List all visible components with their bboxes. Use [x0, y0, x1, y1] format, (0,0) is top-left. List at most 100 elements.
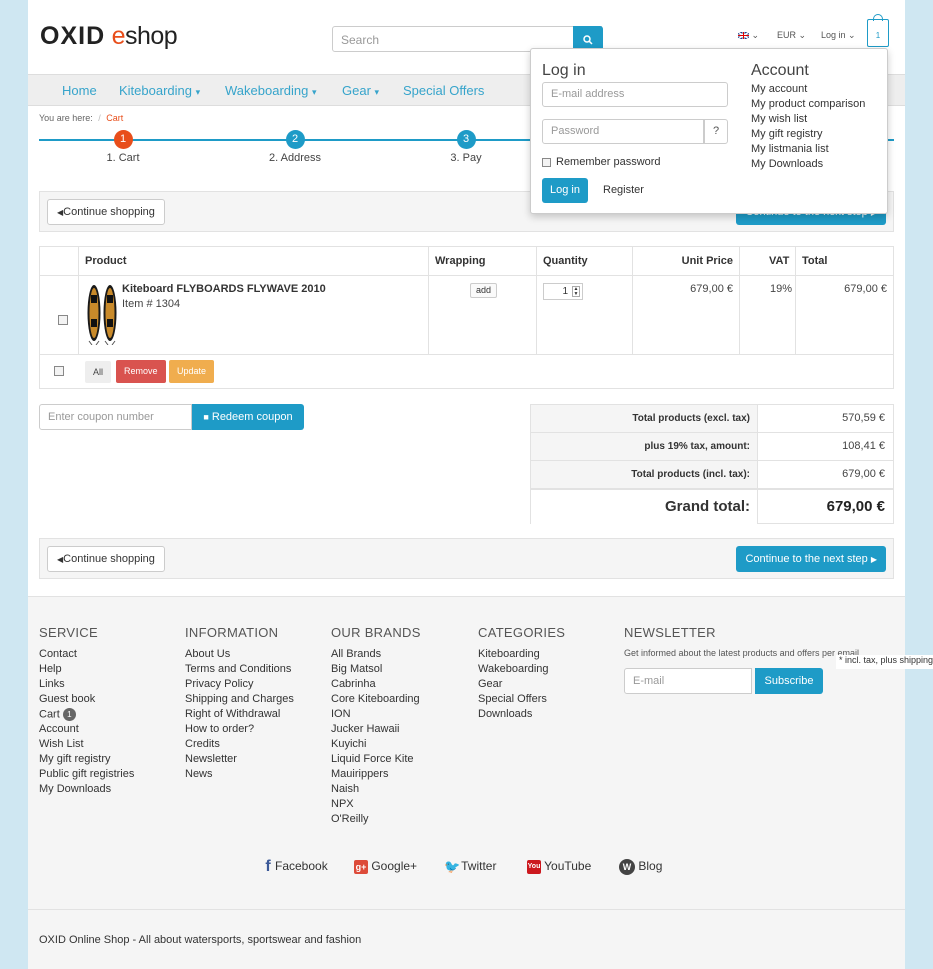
social-blog[interactable]: W Blog [619, 859, 662, 875]
footer-link[interactable]: Help [39, 663, 134, 678]
breadcrumb-current[interactable]: Cart [106, 113, 123, 123]
footer-bottom: OXID Online Shop - All about watersports… [28, 909, 905, 946]
footer-link[interactable]: Links [39, 678, 134, 693]
product-name-link[interactable]: Kiteboard FLYBOARDS FLYWAVE 2010 [122, 283, 326, 295]
cart-count: 1 [875, 31, 881, 40]
social-twitter[interactable]: 🐦 Twitter [444, 859, 496, 874]
nav-item-kiteboarding[interactable]: Kiteboarding ▾ [119, 83, 200, 98]
footer-link[interactable]: Newsletter [185, 753, 294, 768]
item-checkbox[interactable] [58, 315, 68, 325]
logo[interactable]: OXID eshop [40, 22, 178, 51]
next-step-button[interactable]: Continue to the next step ▶ [736, 546, 886, 572]
footer-link[interactable]: Right of Withdrawal [185, 708, 294, 723]
nav-item-special-offers[interactable]: Special Offers [403, 83, 484, 98]
footer-link[interactable]: All Brands [331, 648, 421, 663]
quantity-stepper-icon[interactable]: ▲ ▼ [572, 286, 580, 297]
footer-link[interactable]: Gear [478, 678, 565, 693]
redeem-coupon-button[interactable]: ■ Redeem coupon [192, 404, 304, 430]
footer-link[interactable]: O'Reilly [331, 813, 421, 828]
footer-link[interactable]: Terms and Conditions [185, 663, 294, 678]
tax-tooltip: * incl. tax, plus shipping [836, 655, 933, 669]
footer-link[interactable]: My Downloads [39, 783, 134, 798]
chevron-right-icon: ▶ [870, 555, 877, 564]
nav-label: Special Offers [403, 83, 485, 98]
footer-link[interactable]: Wish List [39, 738, 134, 753]
update-button[interactable]: Update [169, 360, 215, 383]
language-selector[interactable]: ⌄ [737, 30, 759, 41]
currency-selector[interactable]: EUR ⌄ [777, 30, 806, 41]
wrapping-add-button[interactable]: add [470, 283, 498, 298]
unit-price-value: 679,00 € [690, 283, 733, 295]
select-all-checkbox[interactable] [54, 366, 64, 376]
register-link[interactable]: Register [603, 184, 644, 196]
footer-link[interactable]: Special Offers [478, 693, 565, 708]
footer-link[interactable]: Mauirippers [331, 768, 421, 783]
footer-link[interactable]: Credits [185, 738, 294, 753]
kiteboard-image [87, 285, 117, 346]
quantity-input[interactable]: 1 ▲ ▼ [543, 283, 583, 300]
account-link[interactable]: My account [751, 83, 807, 95]
subscribe-button[interactable]: Subscribe [755, 668, 823, 694]
footer-link[interactable]: Privacy Policy [185, 678, 294, 693]
footer-link[interactable]: My gift registry [39, 753, 134, 768]
footer-link[interactable]: Kuyichi [331, 738, 421, 753]
footer-link[interactable]: Public gift registries [39, 768, 134, 783]
nav-item-gear[interactable]: Gear ▾ [342, 83, 379, 98]
footer-link[interactable]: Account [39, 723, 134, 738]
social-youtube[interactable]: You YouTube [527, 859, 591, 874]
account-link[interactable]: My wish list [751, 113, 807, 125]
social-google[interactable]: g+ Google+ [354, 859, 417, 874]
footer-link[interactable]: ION [331, 708, 421, 723]
password-field[interactable]: Password [542, 119, 704, 144]
remember-checkbox[interactable] [542, 158, 551, 167]
account-link[interactable]: My product comparison [751, 98, 865, 110]
footer-newsletter: NEWSLETTER Get informed about the latest… [624, 625, 894, 694]
footer-link[interactable]: Downloads [478, 708, 565, 723]
footer-link-cart[interactable]: Cart 1 [39, 708, 134, 723]
social-facebook[interactable]: f Facebook [261, 858, 327, 874]
cart-icon[interactable]: 1 [867, 14, 889, 47]
continue-shopping-button[interactable]: ◀Continue shopping [47, 199, 165, 225]
account-link[interactable]: My gift registry [751, 128, 823, 140]
step-address[interactable]: 2 2. Address [235, 130, 355, 164]
nav-item-home[interactable]: Home [62, 83, 97, 98]
footer-link[interactable]: About Us [185, 648, 294, 663]
nav-item-wakeboarding[interactable]: Wakeboarding ▾ [225, 83, 317, 98]
account-link[interactable]: My listmania list [751, 143, 829, 155]
button-label: All [93, 367, 104, 377]
social-label: Google+ [371, 859, 418, 873]
footer-link[interactable]: Shipping and Charges [185, 693, 294, 708]
remove-button[interactable]: Remove [116, 360, 166, 383]
password-help-button[interactable]: ? [704, 119, 728, 144]
footer-link-label: Cart [39, 708, 60, 721]
footer-link[interactable]: Naish [331, 783, 421, 798]
footer-heading: OUR BRANDS [331, 625, 421, 640]
coupon-input[interactable]: Enter coupon number [39, 404, 192, 430]
step-cart[interactable]: 1 1. Cart [63, 130, 183, 164]
footer-link[interactable]: Guest book [39, 693, 134, 708]
newsletter-email-input[interactable]: E-mail [624, 668, 752, 694]
total-value: 679,00 € [844, 283, 887, 295]
footer-link[interactable]: Jucker Hawaii [331, 723, 421, 738]
footer-link[interactable]: How to order? [185, 723, 294, 738]
footer-link[interactable]: Contact [39, 648, 134, 663]
login-button[interactable]: Log in [542, 178, 588, 203]
footer-link[interactable]: Wakeboarding [478, 663, 565, 678]
step-pay[interactable]: 3 3. Pay [406, 130, 526, 164]
footer-link[interactable]: Cabrinha [331, 678, 421, 693]
account-link[interactable]: My Downloads [751, 158, 823, 170]
footer-link[interactable]: Big Matsol [331, 663, 421, 678]
footer-link[interactable]: NPX [331, 798, 421, 813]
footer-link[interactable]: Liquid Force Kite [331, 753, 421, 768]
continue-shopping-button[interactable]: ◀Continue shopping [47, 546, 165, 572]
product-image[interactable] [86, 283, 118, 346]
select-all-button[interactable]: All [85, 361, 112, 383]
logo-e: e [111, 22, 126, 50]
footer-link[interactable]: Core Kiteboarding [331, 693, 421, 708]
footer-link[interactable]: News [185, 768, 294, 783]
email-field[interactable]: E-mail address [542, 82, 728, 107]
footer-link[interactable]: Kiteboarding [478, 648, 565, 663]
step-number: 1 [113, 130, 133, 149]
login-toggle[interactable]: Log in ⌄ [821, 30, 856, 41]
totals-value: 679,00 € [842, 468, 885, 480]
